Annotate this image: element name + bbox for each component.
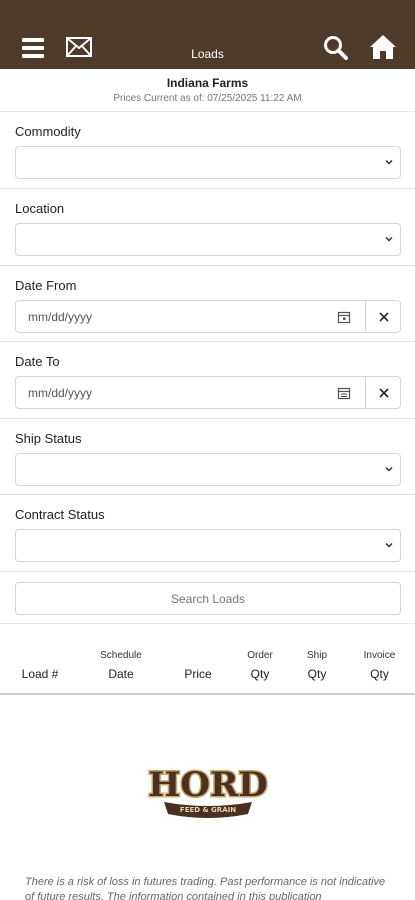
calendar-icon[interactable] bbox=[337, 310, 351, 324]
date-to-label: Date To bbox=[15, 354, 60, 369]
column-header-price[interactable]: Price bbox=[168, 650, 228, 681]
disclaimer-text: There is a risk of loss in futures tradi… bbox=[25, 876, 386, 900]
calendar-icon[interactable] bbox=[337, 386, 351, 400]
location-field: Location bbox=[0, 189, 415, 266]
date-to-input[interactable]: mm/dd/yyyy bbox=[15, 376, 401, 409]
date-from-clear-button[interactable] bbox=[365, 301, 401, 332]
column-header-ship-qty[interactable]: Ship Qty bbox=[294, 650, 340, 681]
column-header-load-number[interactable]: Load # bbox=[8, 650, 72, 681]
date-from-label: Date From bbox=[15, 278, 77, 293]
date-to-placeholder: mm/dd/yyyy bbox=[28, 386, 93, 400]
ship-status-label: Ship Status bbox=[15, 431, 82, 446]
column-header-invoice-qty[interactable]: Invoice Qty bbox=[352, 650, 407, 681]
close-icon bbox=[378, 311, 389, 322]
location-select[interactable] bbox=[15, 223, 401, 256]
home-icon[interactable] bbox=[369, 34, 397, 65]
contract-status-select[interactable] bbox=[15, 529, 401, 562]
ship-status-field: Ship Status bbox=[0, 419, 415, 495]
location-label: Location bbox=[15, 201, 65, 216]
hord-feed-grain-logo: HORD HORD FEED & GRAIN bbox=[142, 764, 274, 822]
search-loads-button[interactable]: Search Loads bbox=[15, 582, 401, 615]
contract-status-field: Contract Status bbox=[0, 495, 415, 572]
chevron-down-icon bbox=[385, 466, 393, 472]
top-nav-bar: Loads bbox=[0, 0, 415, 69]
commodity-select[interactable] bbox=[15, 146, 401, 179]
close-icon bbox=[378, 387, 389, 398]
svg-text:HORD: HORD bbox=[148, 765, 267, 805]
column-header-schedule-date[interactable]: Schedule Date bbox=[88, 650, 154, 681]
prices-current-timestamp: Prices Current as of: 07/25/2025 11:22 A… bbox=[113, 93, 302, 104]
farm-name: Indiana Farms bbox=[166, 76, 249, 90]
ship-status-select[interactable] bbox=[15, 453, 401, 486]
chevron-down-icon bbox=[385, 542, 393, 548]
column-header-order-qty[interactable]: Order Qty bbox=[236, 650, 284, 681]
contract-status-label: Contract Status bbox=[15, 507, 105, 522]
load-filter-form: Commodity Location Date From mm/dd/yyyy bbox=[0, 111, 415, 624]
commodity-label: Commodity bbox=[15, 124, 81, 139]
date-to-field: Date To mm/dd/yyyy bbox=[0, 342, 415, 419]
date-to-clear-button[interactable] bbox=[365, 377, 401, 408]
chevron-down-icon bbox=[385, 236, 393, 242]
date-from-placeholder: mm/dd/yyyy bbox=[28, 310, 93, 324]
search-icon[interactable] bbox=[323, 35, 349, 66]
loads-table-header: Load # Schedule Date Price Order Qty Shi… bbox=[0, 650, 415, 695]
svg-text:FEED & GRAIN: FEED & GRAIN bbox=[180, 806, 236, 814]
date-from-input[interactable]: mm/dd/yyyy bbox=[15, 300, 401, 333]
commodity-field: Commodity bbox=[0, 112, 415, 189]
chevron-down-icon bbox=[385, 159, 393, 165]
page-title: Loads bbox=[191, 47, 224, 61]
date-from-field: Date From mm/dd/yyyy bbox=[0, 266, 415, 342]
